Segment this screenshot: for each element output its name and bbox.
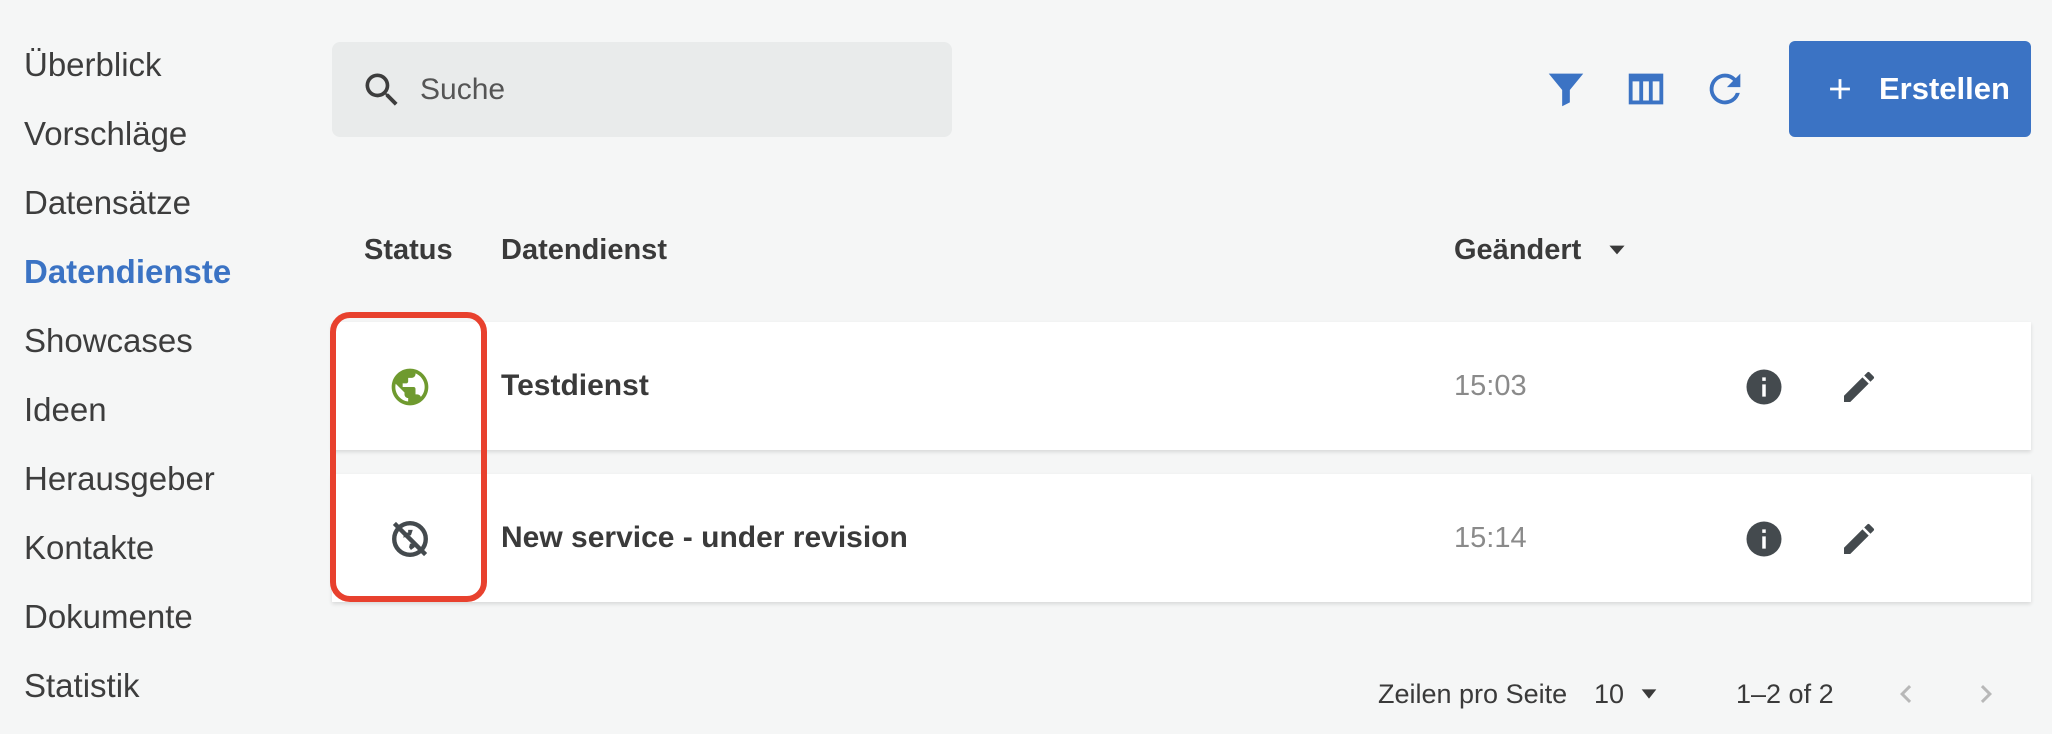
refresh-icon[interactable]	[1702, 66, 1748, 112]
sidebar-item-datasets[interactable]: Datensätze	[24, 178, 191, 228]
table-row[interactable]: Testdienst 15:03	[332, 322, 2031, 450]
edit-icon[interactable]	[1839, 367, 1879, 407]
sidebar-item-ideas[interactable]: Ideen	[24, 385, 107, 435]
chevron-right-icon[interactable]	[1968, 676, 2004, 712]
sidebar-item-showcases[interactable]: Showcases	[24, 316, 193, 366]
sidebar-item-suggestions[interactable]: Vorschläge	[24, 109, 187, 159]
chevron-down-icon	[1641, 689, 1657, 699]
table-row[interactable]: New service - under revision 15:14	[332, 474, 2031, 602]
changed-time: 15:03	[1454, 370, 1527, 402]
sidebar-item-data-services[interactable]: Datendienste	[24, 247, 231, 297]
create-button-label: Erstellen	[1879, 71, 2010, 106]
chevron-left-icon[interactable]	[1888, 676, 1924, 712]
pagination-range: 1–2 of 2	[1736, 679, 1834, 709]
rows-per-page-label: Zeilen pro Seite	[1378, 679, 1568, 709]
create-button[interactable]: Erstellen	[1789, 41, 2031, 137]
column-header-changed[interactable]: Geändert	[1454, 230, 1581, 270]
sidebar-item-contacts[interactable]: Kontakte	[24, 523, 154, 573]
sidebar-item-documents[interactable]: Dokumente	[24, 592, 193, 642]
plus-icon	[1830, 79, 1850, 99]
edit-icon[interactable]	[1839, 519, 1879, 559]
globe-icon	[391, 368, 429, 406]
filter-icon[interactable]	[1543, 66, 1589, 112]
sidebar-item-overview[interactable]: Überblick	[24, 40, 162, 90]
columns-icon[interactable]	[1623, 66, 1669, 112]
sidebar-item-statistics[interactable]: Statistik	[24, 661, 140, 711]
changed-time: 15:14	[1454, 522, 1527, 554]
rows-per-page-value: 10	[1594, 678, 1625, 709]
search-icon	[365, 73, 398, 106]
sort-desc-icon[interactable]	[1604, 240, 1630, 260]
column-header-status[interactable]: Status	[364, 230, 453, 270]
sidebar: Überblick Vorschläge Datensätze Datendie…	[0, 0, 300, 734]
search-input[interactable]	[420, 42, 930, 137]
info-icon[interactable]	[1743, 518, 1785, 560]
rows-per-page-select[interactable]: 10	[1594, 674, 1660, 714]
data-service-name[interactable]: New service - under revision	[501, 474, 908, 602]
data-service-name[interactable]: Testdienst	[501, 322, 649, 450]
search-box[interactable]	[332, 42, 952, 137]
globe-off-icon	[392, 521, 428, 557]
sidebar-item-publishers[interactable]: Herausgeber	[24, 454, 215, 504]
info-icon[interactable]	[1743, 366, 1785, 408]
column-header-data-service[interactable]: Datendienst	[501, 230, 667, 270]
